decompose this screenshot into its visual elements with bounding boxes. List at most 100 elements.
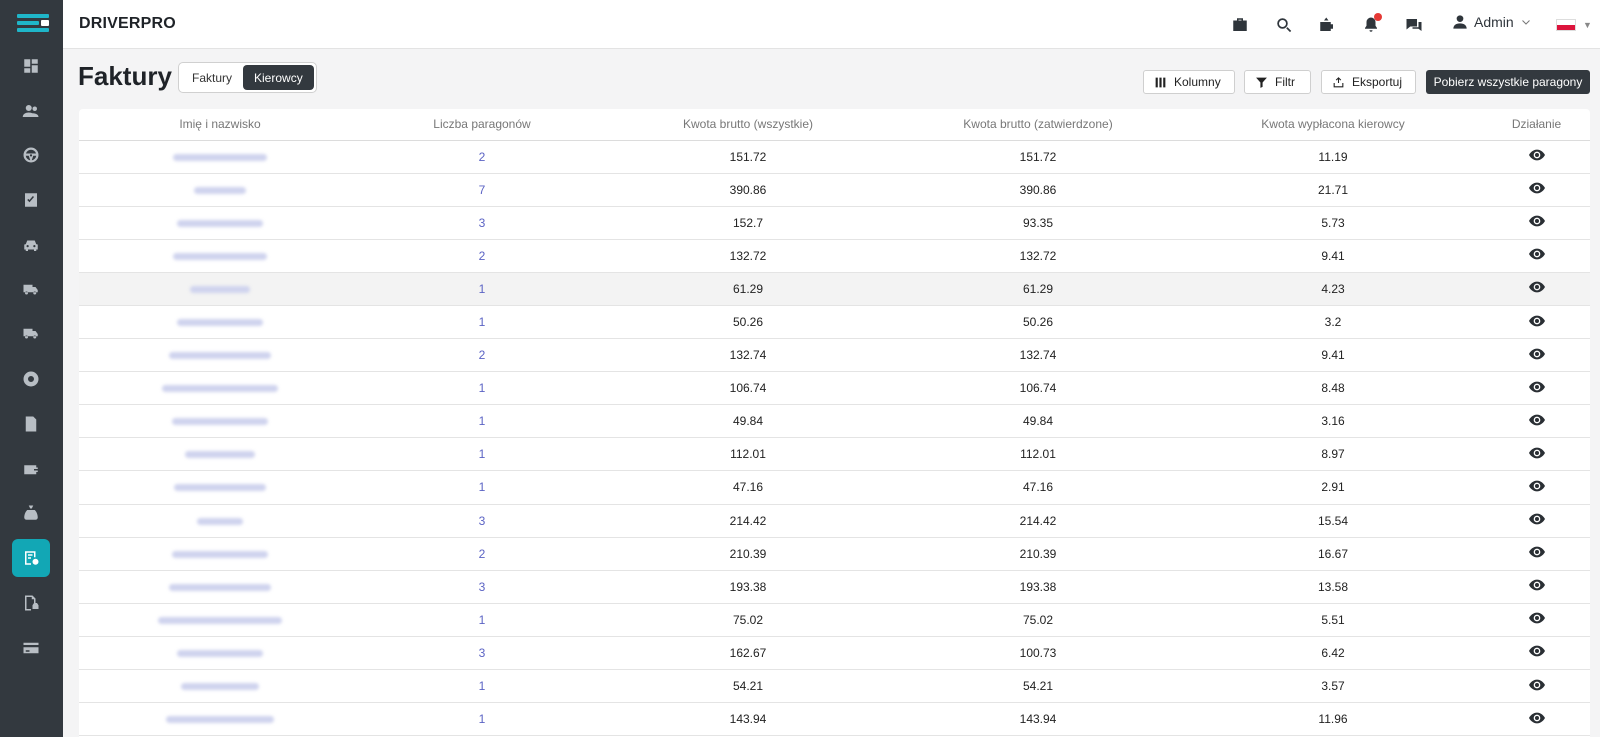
receipt-count-link[interactable]: 1 — [479, 447, 486, 461]
receipt-count-cell: 3 — [361, 570, 603, 604]
tab-kierowcy[interactable]: Kierowcy — [243, 65, 314, 90]
receipt-count-link[interactable]: 7 — [479, 183, 486, 197]
action-cell — [1483, 669, 1590, 704]
receipt-count-link[interactable]: 3 — [479, 216, 486, 230]
receipt-count-link[interactable]: 2 — [479, 348, 486, 362]
view-button[interactable] — [1528, 381, 1545, 396]
receipt-count-link[interactable]: 2 — [479, 547, 486, 561]
notifications-button[interactable] — [1360, 13, 1382, 36]
receipt-count-link[interactable]: 3 — [479, 514, 486, 528]
receipt-count-link[interactable]: 2 — [479, 249, 486, 263]
view-button[interactable] — [1528, 149, 1545, 164]
view-button[interactable] — [1528, 646, 1545, 660]
receipt-count-link[interactable]: 1 — [479, 712, 486, 726]
receipt-count-link[interactable]: 1 — [479, 613, 486, 627]
view-button[interactable] — [1528, 215, 1545, 230]
table-row[interactable]: 1 47.16 47.16 2.91 — [79, 470, 1590, 505]
receipt-count-link[interactable]: 3 — [479, 580, 486, 594]
tab-faktury[interactable]: Faktury — [181, 65, 243, 90]
table-row[interactable]: 1 75.02 75.02 5.51 — [79, 603, 1590, 637]
language-caret-icon[interactable]: ▼ — [1583, 20, 1592, 30]
receipt-icon — [25, 551, 39, 565]
users-icon — [22, 105, 39, 117]
view-button[interactable] — [1528, 712, 1545, 727]
view-button[interactable] — [1528, 679, 1545, 694]
view-button[interactable] — [1528, 182, 1545, 197]
flag-pl-icon[interactable] — [1556, 19, 1576, 31]
nav-dashboard[interactable] — [12, 47, 50, 85]
paid-to-driver-cell: 13.58 — [1183, 570, 1483, 604]
view-button[interactable] — [1528, 248, 1545, 263]
table-row[interactable]: 1 50.26 50.26 3.2 — [79, 305, 1590, 340]
receipt-count-link[interactable]: 1 — [479, 414, 486, 428]
receipt-count-link[interactable]: 1 — [479, 282, 486, 296]
table-row[interactable]: 1 112.01 112.01 8.97 — [79, 437, 1590, 472]
table-row[interactable]: 1 143.94 143.94 11.96 — [79, 702, 1590, 737]
table-row[interactable]: 2 151.72 151.72 11.19 — [79, 140, 1590, 174]
header-gross-approved[interactable]: Kwota brutto (zatwierdzone) — [893, 109, 1183, 141]
table-row[interactable]: 2 132.74 132.74 9.41 — [79, 338, 1590, 373]
table-row[interactable]: 3 162.67 100.73 6.42 — [79, 636, 1590, 671]
nav-tires[interactable] — [12, 360, 50, 398]
view-button[interactable] — [1528, 546, 1545, 561]
nav-finance[interactable] — [12, 494, 50, 532]
table-row[interactable]: 1 61.29 61.29 4.23 — [79, 272, 1590, 306]
table-row[interactable]: 3 193.38 193.38 13.58 — [79, 570, 1590, 604]
nav-receipts[interactable] — [12, 539, 50, 577]
receipt-count-link[interactable]: 1 — [479, 679, 486, 693]
nav-wallet[interactable] — [12, 450, 50, 488]
table-row[interactable]: 2 132.72 132.72 9.41 — [79, 239, 1590, 273]
user-name: Admin — [1474, 14, 1514, 30]
table-row[interactable]: 2 210.39 210.39 16.67 — [79, 537, 1590, 571]
receipt-count-link[interactable]: 1 — [479, 381, 486, 395]
receipt-count-cell: 3 — [361, 206, 603, 240]
view-button[interactable] — [1528, 579, 1545, 594]
receipt-count-link[interactable]: 1 — [479, 480, 486, 494]
wallet-alert-button[interactable] — [1316, 14, 1338, 36]
header-receipt-count[interactable]: Liczba paragonów — [361, 109, 603, 141]
nav-drivers[interactable] — [12, 136, 50, 174]
header-gross-all[interactable]: Kwota brutto (wszystkie) — [603, 109, 893, 141]
columns-button[interactable]: Kolumny — [1143, 70, 1235, 94]
table-row[interactable]: 1 54.21 54.21 3.57 — [79, 669, 1590, 704]
receipt-count-link[interactable]: 2 — [479, 150, 486, 164]
gross-approved-cell: 61.29 — [893, 272, 1183, 306]
gross-approved-cell: 193.38 — [893, 570, 1183, 604]
table-row[interactable]: 3 214.42 214.42 15.54 — [79, 504, 1590, 538]
view-button[interactable] — [1528, 414, 1545, 429]
view-button[interactable] — [1528, 348, 1545, 363]
driver-name-cell — [79, 305, 361, 340]
nav-fleet-2[interactable] — [12, 315, 50, 353]
table-row[interactable]: 1 49.84 49.84 3.16 — [79, 404, 1590, 439]
view-button[interactable] — [1528, 613, 1545, 627]
app-logo-icon[interactable] — [17, 13, 49, 35]
export-button[interactable]: Eksportuj — [1321, 70, 1416, 94]
nav-cars[interactable] — [12, 226, 50, 264]
receipt-count-link[interactable]: 3 — [479, 646, 486, 660]
table-row[interactable]: 1 106.74 106.74 8.48 — [79, 371, 1590, 406]
view-button[interactable] — [1528, 447, 1545, 462]
receipt-count-link[interactable]: 1 — [479, 315, 486, 329]
nav-fleet-1[interactable] — [12, 271, 50, 309]
view-button[interactable] — [1528, 480, 1545, 495]
search-button[interactable] — [1273, 14, 1295, 36]
nav-documents[interactable] — [12, 405, 50, 443]
user-menu[interactable]: Admin — [1452, 14, 1532, 30]
eye-icon — [1528, 480, 1545, 492]
messages-button[interactable] — [1403, 14, 1425, 36]
gross-all-cell: 193.38 — [603, 570, 893, 604]
download-all-receipts-button[interactable]: Pobierz wszystkie paragony — [1426, 70, 1590, 94]
table-row[interactable]: 3 152.7 93.35 5.73 — [79, 206, 1590, 240]
filter-button[interactable]: Filtr — [1244, 70, 1311, 94]
view-button[interactable] — [1528, 282, 1545, 296]
view-button[interactable] — [1528, 513, 1545, 528]
table-row[interactable]: 7 390.86 390.86 21.71 — [79, 173, 1590, 207]
nav-tasks[interactable] — [12, 181, 50, 219]
view-button[interactable] — [1528, 315, 1545, 330]
header-paid-to-driver[interactable]: Kwota wypłacona kierowcy — [1183, 109, 1483, 141]
nav-payments[interactable] — [12, 629, 50, 667]
briefcase-button[interactable] — [1229, 14, 1251, 36]
header-name[interactable]: Imię i nazwisko — [79, 109, 361, 141]
nav-users[interactable] — [12, 92, 50, 130]
nav-vehicle-documents[interactable] — [12, 584, 50, 622]
